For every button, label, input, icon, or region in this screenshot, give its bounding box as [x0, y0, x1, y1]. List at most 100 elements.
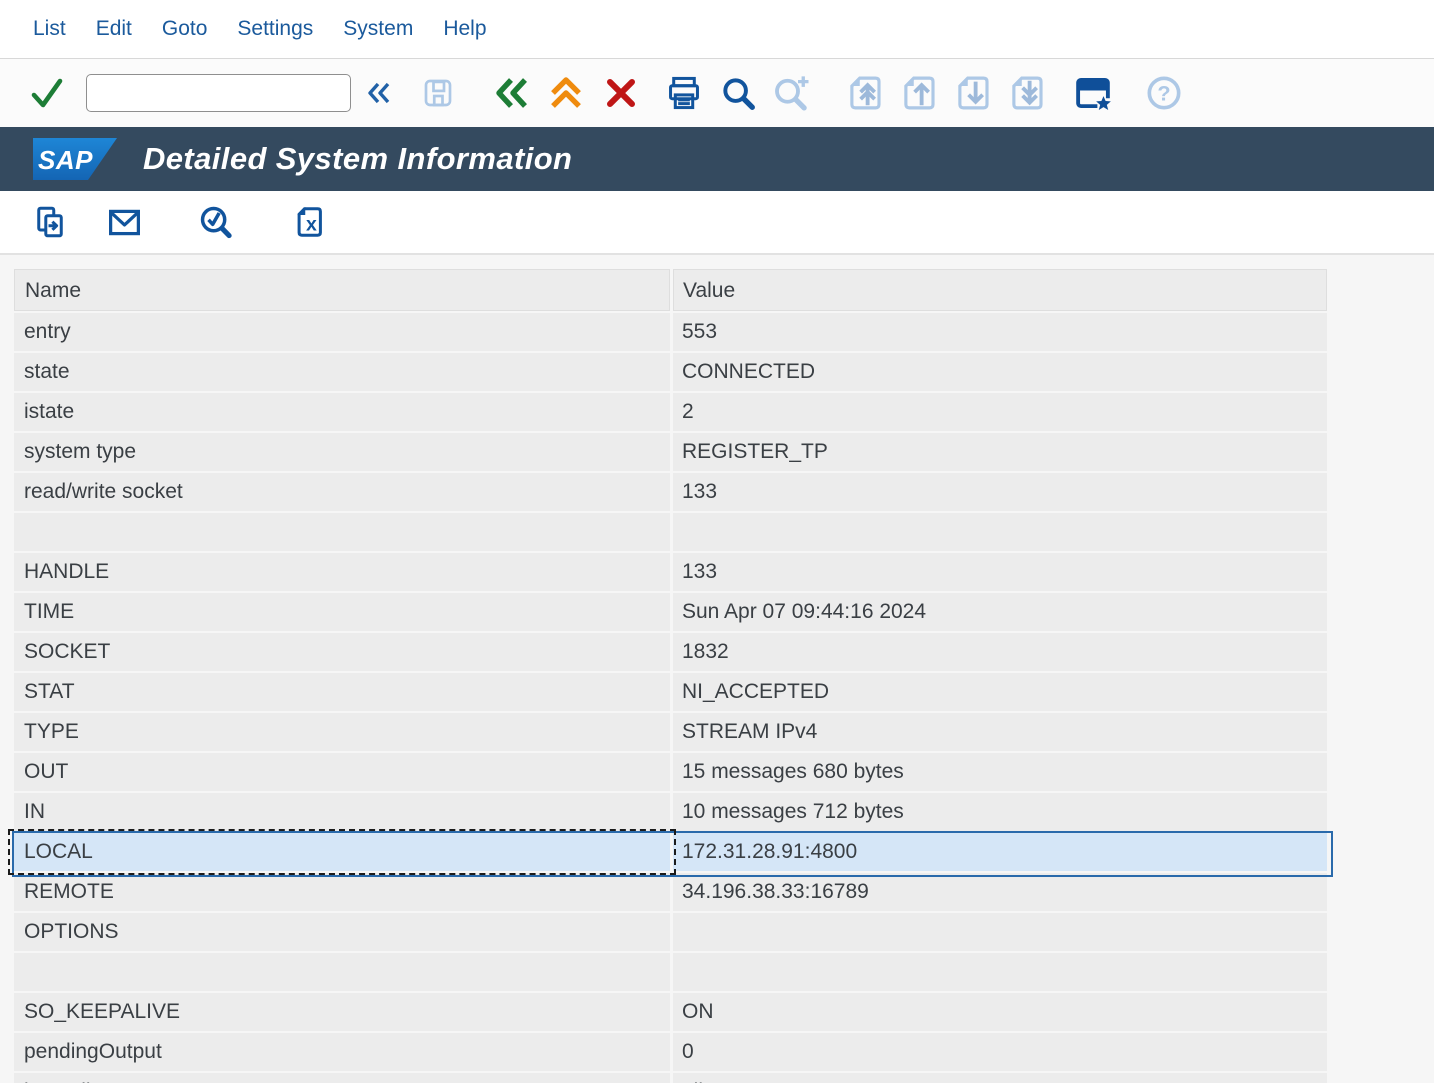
table-row[interactable]: REMOTE34.196.38.33:16789 — [14, 873, 1327, 913]
command-collapse-icon[interactable] — [364, 78, 394, 108]
row-name-cell: HANDLE — [14, 553, 670, 591]
row-name-cell: OUT — [14, 753, 670, 791]
row-name-cell: istate — [14, 393, 670, 431]
row-name-cell: state — [14, 353, 670, 391]
help-icon[interactable]: ? — [1144, 73, 1184, 113]
table-row[interactable]: SO_KEEPALIVEON — [14, 993, 1327, 1033]
row-name-cell: SOCKET — [14, 633, 670, 671]
menu-help[interactable]: Help — [443, 17, 486, 41]
save-icon[interactable] — [420, 75, 456, 111]
sap-logo: SAP — [33, 138, 117, 180]
row-value-cell: STREAM IPv4 — [673, 713, 1327, 751]
menu-settings[interactable]: Settings — [237, 17, 313, 41]
row-value-cell: NI_ACCEPTED — [673, 673, 1327, 711]
command-field[interactable] — [86, 74, 351, 112]
page-title: Detailed System Information — [143, 141, 572, 177]
page-down-icon[interactable] — [952, 72, 994, 114]
table-row[interactable]: LOCAL172.31.28.91:4800 — [14, 833, 1327, 873]
menu-edit[interactable]: Edit — [96, 17, 132, 41]
row-name-cell: IN — [14, 793, 670, 831]
table-row[interactable]: keepalivealive — [14, 1073, 1327, 1083]
cancel-icon[interactable] — [603, 75, 639, 111]
table-header-row: Name Value — [14, 269, 1327, 313]
application-toolbar: x — [0, 191, 1434, 255]
row-value-cell: CONNECTED — [673, 353, 1327, 391]
send-mail-icon[interactable] — [106, 204, 143, 241]
table-row[interactable]: STATNI_ACCEPTED — [14, 673, 1327, 713]
row-value-cell: 10 messages 712 bytes — [673, 793, 1327, 831]
exit-icon[interactable] — [546, 73, 586, 113]
row-name-cell: REMOTE — [14, 873, 670, 911]
row-name-cell: read/write socket — [14, 473, 670, 511]
find-next-icon[interactable] — [770, 72, 812, 114]
table-row[interactable] — [14, 953, 1327, 993]
row-name-cell: TYPE — [14, 713, 670, 751]
table-row[interactable]: TYPESTREAM IPv4 — [14, 713, 1327, 753]
table-row[interactable]: OUT15 messages 680 bytes — [14, 753, 1327, 793]
enter-check-icon[interactable] — [30, 76, 64, 110]
row-value-cell: ON — [673, 993, 1327, 1031]
app-header: SAP Detailed System Information — [0, 127, 1434, 191]
row-name-cell: pendingOutput — [14, 1033, 670, 1071]
row-name-cell: OPTIONS — [14, 913, 670, 951]
menu-goto[interactable]: Goto — [162, 17, 208, 41]
table-row[interactable]: istate2 — [14, 393, 1327, 433]
row-name-cell — [14, 513, 670, 551]
row-name-cell: TIME — [14, 593, 670, 631]
row-value-cell: 133 — [673, 553, 1327, 591]
table-row[interactable]: OPTIONS — [14, 913, 1327, 953]
choose-detail-icon[interactable] — [32, 204, 68, 240]
first-page-icon[interactable] — [844, 72, 886, 114]
row-value-cell: 172.31.28.91:4800 — [673, 833, 1327, 871]
row-value-cell: Sun Apr 07 09:44:16 2024 — [673, 593, 1327, 631]
sap-logo-text: SAP — [38, 145, 93, 175]
print-icon[interactable] — [665, 74, 703, 112]
table-row[interactable]: TIMESun Apr 07 09:44:16 2024 — [14, 593, 1327, 633]
find-icon[interactable] — [719, 74, 757, 112]
row-value-cell: 0 — [673, 1033, 1327, 1071]
page-up-icon[interactable] — [898, 72, 940, 114]
svg-text:x: x — [306, 213, 317, 235]
table-row[interactable]: HANDLE133 — [14, 553, 1327, 593]
row-value-cell: 34.196.38.33:16789 — [673, 873, 1327, 911]
table-row[interactable] — [14, 513, 1327, 553]
table-row[interactable]: pendingOutput0 — [14, 1033, 1327, 1073]
menu-bar: List Edit Goto Settings System Help — [0, 0, 1434, 59]
row-value-cell — [673, 513, 1327, 551]
table-row[interactable]: stateCONNECTED — [14, 353, 1327, 393]
row-value-cell: 1832 — [673, 633, 1327, 671]
table-row[interactable]: entry553 — [14, 313, 1327, 353]
last-page-icon[interactable] — [1006, 72, 1048, 114]
row-value-cell: REGISTER_TP — [673, 433, 1327, 471]
row-value-cell — [673, 953, 1327, 991]
menu-list[interactable]: List — [33, 17, 66, 41]
row-name-cell: STAT — [14, 673, 670, 711]
table-row[interactable]: IN10 messages 712 bytes — [14, 793, 1327, 833]
row-name-cell: SO_KEEPALIVE — [14, 993, 670, 1031]
column-header-value[interactable]: Value — [673, 269, 1327, 311]
back-icon[interactable] — [491, 72, 533, 114]
table-row[interactable]: system typeREGISTER_TP — [14, 433, 1327, 473]
find-check-icon[interactable] — [197, 203, 235, 241]
row-name-cell: system type — [14, 433, 670, 471]
column-header-name[interactable]: Name — [14, 269, 670, 311]
spreadsheet-export-icon[interactable]: x — [291, 204, 327, 240]
row-name-cell: LOCAL — [14, 833, 670, 871]
table-row[interactable]: read/write socket133 — [14, 473, 1327, 513]
content-area: Name Value entry553stateCONNECTEDistate2… — [0, 255, 1434, 1083]
row-name-cell: keepalive — [14, 1073, 670, 1083]
detail-table: Name Value entry553stateCONNECTEDistate2… — [14, 269, 1327, 1083]
row-name-cell: entry — [14, 313, 670, 351]
row-name-cell — [14, 953, 670, 991]
table-body: entry553stateCONNECTEDistate2system type… — [14, 313, 1327, 1083]
row-value-cell: 133 — [673, 473, 1327, 511]
row-value-cell: 2 — [673, 393, 1327, 431]
new-session-icon[interactable] — [1072, 72, 1114, 114]
row-value-cell — [673, 913, 1327, 951]
row-value-cell: 553 — [673, 313, 1327, 351]
system-toolbar: ? — [0, 59, 1434, 127]
menu-system[interactable]: System — [343, 17, 413, 41]
row-value-cell: alive — [673, 1073, 1327, 1083]
svg-text:?: ? — [1157, 81, 1170, 106]
table-row[interactable]: SOCKET1832 — [14, 633, 1327, 673]
